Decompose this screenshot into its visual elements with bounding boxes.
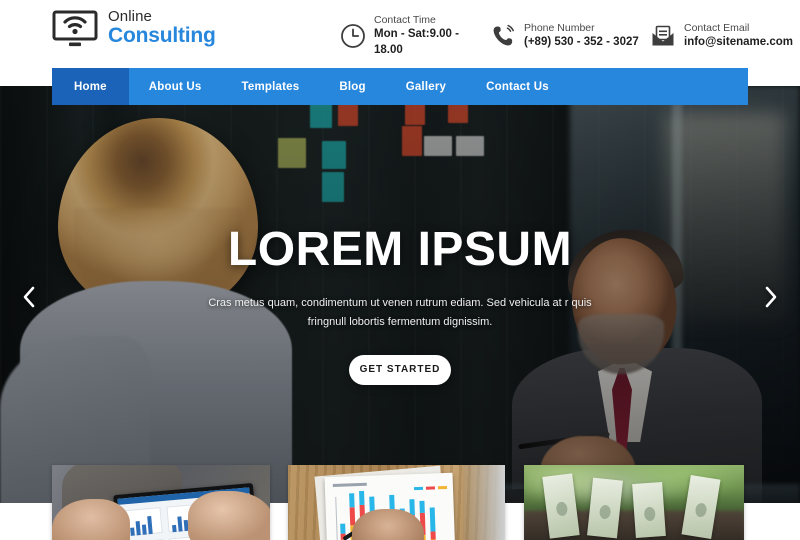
dollar-bill	[632, 482, 666, 538]
chevron-left-icon	[21, 286, 37, 308]
nav-item-contact-us[interactable]: Contact Us	[466, 68, 569, 105]
site-header: Online Consulting Contact Time Mon - Sat…	[0, 0, 800, 68]
logo-line-1: Online	[108, 8, 152, 25]
nav-item-home[interactable]: Home	[52, 68, 129, 105]
monitor-wifi-icon	[52, 10, 98, 48]
contact-time-value: Mon - Sat:9.00 - 18.00	[374, 28, 459, 56]
hero-subtitle: Cras metus quam, condimentum ut venen ru…	[208, 297, 592, 329]
site-logo[interactable]: Online Consulting	[52, 9, 216, 48]
hero-carousel: LOREM IPSUM Cras metus quam, condimentum…	[0, 86, 800, 503]
phone-number-label: Phone Number	[524, 21, 595, 34]
contact-email-label: Contact Email	[684, 21, 750, 34]
logo-text: Online Consulting	[108, 9, 216, 48]
contact-email-text: Contact Email info@sitename.com	[684, 21, 793, 51]
logo-line-2: Consulting	[108, 24, 216, 47]
bar-chart-report-card[interactable]	[288, 465, 505, 540]
phone-number-value: (+89) 530 - 352 - 3027	[524, 35, 639, 48]
phone-number-text: Phone Number (+89) 530 - 352 - 3027	[524, 21, 639, 51]
webpage-root: Online Consulting Contact Time Mon - Sat…	[0, 0, 800, 540]
nav-item-blog[interactable]: Blog	[319, 68, 385, 105]
money-plants-card[interactable]	[524, 465, 744, 540]
tablet-analytics-card[interactable]	[52, 465, 270, 540]
hand-right	[188, 491, 270, 540]
nav-item-gallery[interactable]: Gallery	[386, 68, 466, 105]
nav-item-templates[interactable]: Templates	[221, 68, 319, 105]
main-navigation: Home About Us Templates Blog Gallery Con…	[52, 68, 748, 105]
tablet-analytics-image	[52, 465, 270, 540]
money-plants-image	[524, 465, 744, 540]
dollar-bill	[587, 477, 623, 539]
carousel-prev-button[interactable]	[16, 284, 42, 310]
hero-content: LOREM IPSUM Cras metus quam, condimentum…	[0, 86, 800, 503]
contact-email-value: info@sitename.com	[684, 35, 793, 48]
header-contact-list: Contact Time Mon - Sat:9.00 - 18.00 Phon…	[340, 13, 800, 58]
bar-chart-report-image	[288, 465, 505, 540]
chevron-right-icon	[763, 286, 779, 308]
envelope-icon	[650, 23, 676, 49]
contact-time-label: Contact Time	[374, 14, 436, 26]
phone-number-item: Phone Number (+89) 530 - 352 - 3027	[490, 13, 650, 58]
carousel-next-button[interactable]	[758, 284, 784, 310]
get-started-button[interactable]: GET STARTED	[349, 354, 451, 385]
nav-item-about-us[interactable]: About Us	[129, 68, 222, 105]
phone-icon	[490, 23, 516, 49]
contact-time-item: Contact Time Mon - Sat:9.00 - 18.00	[340, 13, 490, 58]
contact-time-text: Contact Time Mon - Sat:9.00 - 18.00	[374, 13, 490, 58]
clock-icon	[340, 23, 366, 49]
hero-title: LOREM IPSUM	[227, 223, 573, 276]
contact-email-item: Contact Email info@sitename.com	[650, 13, 800, 58]
